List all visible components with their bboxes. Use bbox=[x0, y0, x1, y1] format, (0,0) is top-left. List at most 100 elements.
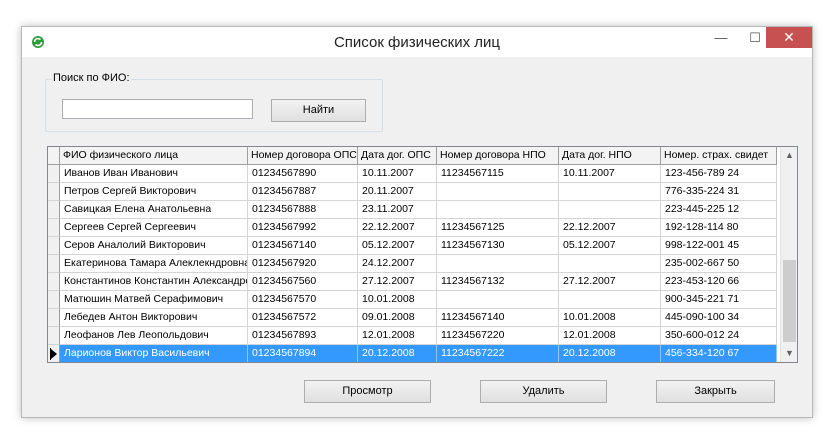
table-cell[interactable]: 01234567887 bbox=[248, 183, 358, 201]
scroll-up-icon[interactable]: ▲ bbox=[781, 147, 797, 164]
row-indicator[interactable] bbox=[48, 219, 60, 237]
scroll-down-icon[interactable]: ▼ bbox=[781, 345, 797, 362]
row-indicator[interactable] bbox=[48, 237, 60, 255]
table-cell[interactable] bbox=[437, 255, 559, 273]
table-cell[interactable]: Серов Аналолий Викторович bbox=[60, 237, 248, 255]
table-cell[interactable] bbox=[437, 183, 559, 201]
row-indicator[interactable] bbox=[48, 255, 60, 273]
table-cell[interactable] bbox=[559, 201, 661, 219]
table-cell[interactable]: 12.01.2008 bbox=[559, 327, 661, 345]
row-indicator[interactable] bbox=[48, 327, 60, 345]
table-cell[interactable]: 11234567132 bbox=[437, 273, 559, 291]
table-cell[interactable]: 11234567125 bbox=[437, 219, 559, 237]
table-cell[interactable]: 11234567220 bbox=[437, 327, 559, 345]
table-cell[interactable]: Ларионов Виктор Васильевич bbox=[60, 345, 248, 362]
table-cell[interactable]: 998-122-001 45 bbox=[661, 237, 777, 255]
table-row[interactable]: Серов Аналолий Викторович 01234567140 05.1… bbox=[48, 237, 781, 255]
column-header[interactable]: Номер договора НПО bbox=[437, 147, 559, 165]
table-cell[interactable]: 12.01.2008 bbox=[358, 327, 437, 345]
column-header[interactable]: ФИО физического лица bbox=[60, 147, 248, 165]
table-cell[interactable]: 01234567893 bbox=[248, 327, 358, 345]
close-window-button[interactable]: ✕ bbox=[766, 27, 812, 48]
table-cell[interactable]: 01234567888 bbox=[248, 201, 358, 219]
view-button[interactable]: Просмотр bbox=[304, 380, 431, 403]
table-row[interactable]: Константинов Константин Александрович 012… bbox=[48, 273, 781, 291]
table-cell[interactable]: Иванов Иван Иванович bbox=[60, 165, 248, 183]
table-cell[interactable] bbox=[437, 291, 559, 309]
table-cell[interactable]: Леофанов Лев Леопольдович bbox=[60, 327, 248, 345]
table-cell[interactable] bbox=[559, 291, 661, 309]
table-cell[interactable]: 11234567130 bbox=[437, 237, 559, 255]
scroll-thumb[interactable] bbox=[783, 260, 796, 342]
table-row[interactable]: Матюшин Матвей Серафимович 01234567570 10.… bbox=[48, 291, 781, 309]
column-header[interactable]: Дата дог. НПО bbox=[559, 147, 661, 165]
table-cell[interactable]: 27.12.2007 bbox=[358, 273, 437, 291]
table-cell[interactable]: 01234567560 bbox=[248, 273, 358, 291]
table-cell[interactable]: 10.11.2007 bbox=[559, 165, 661, 183]
table-cell[interactable]: 09.01.2008 bbox=[358, 309, 437, 327]
table-cell[interactable]: 123-456-789 24 bbox=[661, 165, 777, 183]
minimize-button[interactable]: — bbox=[704, 27, 738, 48]
table-row[interactable]: Иванов Иван Иванович 01234567890 10.11.200… bbox=[48, 165, 781, 183]
table-cell[interactable]: Петров Сергей Викторович bbox=[60, 183, 248, 201]
table-cell[interactable]: 223-453-120 66 bbox=[661, 273, 777, 291]
table-cell[interactable] bbox=[437, 201, 559, 219]
table-cell[interactable]: 01234567992 bbox=[248, 219, 358, 237]
row-indicator[interactable] bbox=[48, 201, 60, 219]
table-cell[interactable]: Матюшин Матвей Серафимович bbox=[60, 291, 248, 309]
vertical-scrollbar[interactable]: ▲ ▼ bbox=[780, 147, 797, 362]
table-row[interactable]: Лебедев Антон Викторович 01234567572 09.01… bbox=[48, 309, 781, 327]
row-indicator[interactable] bbox=[48, 183, 60, 201]
table-cell[interactable]: 20.11.2007 bbox=[358, 183, 437, 201]
table-cell[interactable]: 01234567894 bbox=[248, 345, 358, 362]
table-cell[interactable]: 23.11.2007 bbox=[358, 201, 437, 219]
table-cell[interactable]: 01234567572 bbox=[248, 309, 358, 327]
table-cell[interactable]: Екатеринова Тамара Алеклекндровна bbox=[60, 255, 248, 273]
persons-table[interactable]: ▲ ▼ ФИО физического лица Номер договора О… bbox=[47, 146, 798, 363]
table-cell[interactable]: 350-600-012 24 bbox=[661, 327, 777, 345]
table-cell[interactable]: Константинов Константин Александрович bbox=[60, 273, 248, 291]
table-cell[interactable]: 223-445-225 12 bbox=[661, 201, 777, 219]
table-cell[interactable]: 235-002-667 50 bbox=[661, 255, 777, 273]
table-cell[interactable]: 01234567570 bbox=[248, 291, 358, 309]
table-row[interactable]: Екатеринова Тамара Алеклекндровна 0123456… bbox=[48, 255, 781, 273]
row-indicator[interactable] bbox=[48, 309, 60, 327]
table-cell[interactable]: 11234567140 bbox=[437, 309, 559, 327]
table-cell[interactable]: 10.01.2008 bbox=[559, 309, 661, 327]
table-cell[interactable]: 192-128-114 80 bbox=[661, 219, 777, 237]
row-indicator[interactable] bbox=[48, 345, 60, 362]
find-button[interactable]: Найти bbox=[271, 99, 366, 122]
table-cell[interactable]: 05.12.2007 bbox=[559, 237, 661, 255]
table-cell[interactable]: Савицкая Елена Анатольевна bbox=[60, 201, 248, 219]
table-cell[interactable]: 01234567920 bbox=[248, 255, 358, 273]
table-cell[interactable]: 456-334-120 67 bbox=[661, 345, 777, 362]
table-cell[interactable]: 27.12.2007 bbox=[559, 273, 661, 291]
table-cell[interactable]: Сергеев Сергей Сергеевич bbox=[60, 219, 248, 237]
column-header[interactable]: Номер договора ОПС bbox=[248, 147, 358, 165]
table-cell[interactable]: 22.12.2007 bbox=[559, 219, 661, 237]
table-cell[interactable]: 445-090-100 34 bbox=[661, 309, 777, 327]
table-cell[interactable] bbox=[559, 255, 661, 273]
table-cell[interactable] bbox=[559, 183, 661, 201]
table-cell[interactable]: 10.01.2008 bbox=[358, 291, 437, 309]
table-cell[interactable]: 20.12.2008 bbox=[358, 345, 437, 362]
table-cell[interactable]: 776-335-224 31 bbox=[661, 183, 777, 201]
table-cell[interactable]: 22.12.2007 bbox=[358, 219, 437, 237]
column-header[interactable]: Дата дог. ОПС bbox=[358, 147, 437, 165]
table-cell[interactable]: 11234567222 bbox=[437, 345, 559, 362]
close-button[interactable]: Закрыть bbox=[656, 380, 775, 403]
table-cell[interactable]: 05.12.2007 bbox=[358, 237, 437, 255]
table-cell[interactable]: 11234567115 bbox=[437, 165, 559, 183]
table-cell[interactable]: 900-345-221 71 bbox=[661, 291, 777, 309]
delete-button[interactable]: Удалить bbox=[480, 380, 607, 403]
search-input[interactable] bbox=[62, 99, 253, 119]
column-header[interactable]: Номер. страх. свидет bbox=[661, 147, 777, 165]
table-row[interactable]: Петров Сергей Викторович 01234567887 20.11… bbox=[48, 183, 781, 201]
row-indicator[interactable] bbox=[48, 273, 60, 291]
table-row[interactable]: Сергеев Сергей Сергеевич 01234567992 22.12… bbox=[48, 219, 781, 237]
table-row[interactable]: Ларионов Виктор Васильевич 01234567894 20.… bbox=[48, 345, 781, 362]
table-cell[interactable]: 20.12.2008 bbox=[559, 345, 661, 362]
table-row[interactable]: Леофанов Лев Леопольдович 01234567893 12.0… bbox=[48, 327, 781, 345]
table-cell[interactable]: Лебедев Антон Викторович bbox=[60, 309, 248, 327]
table-cell[interactable]: 01234567140 bbox=[248, 237, 358, 255]
